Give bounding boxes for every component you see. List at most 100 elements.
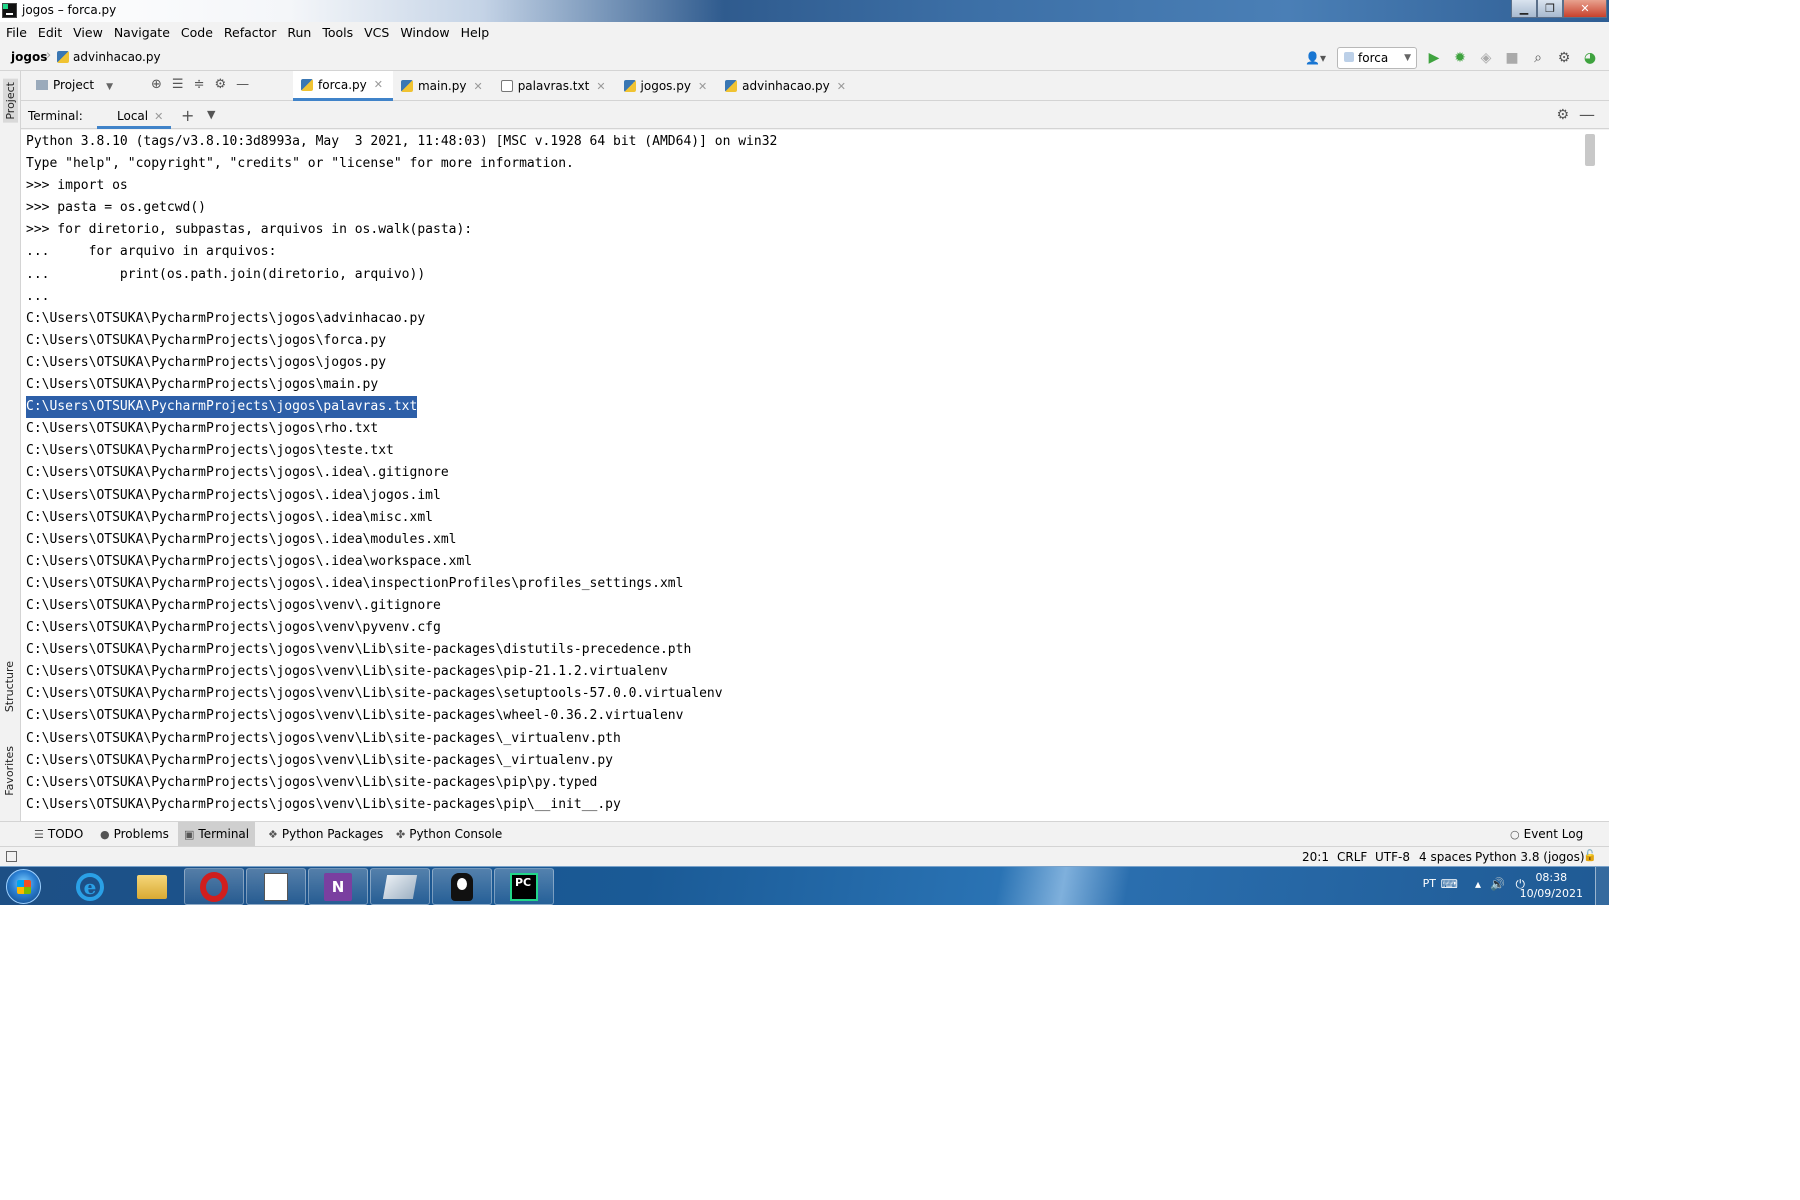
collapse-all-icon[interactable]: ≑ xyxy=(194,77,205,92)
hide-terminal-icon[interactable]: — xyxy=(1579,105,1595,124)
opera-icon xyxy=(200,871,228,902)
terminal-tab-local[interactable]: Local ✕ xyxy=(97,102,171,129)
stop-icon[interactable]: ■ xyxy=(1503,49,1521,67)
favorites-tool-button[interactable]: Favorites xyxy=(3,746,16,796)
user-icon[interactable]: 👤▾ xyxy=(1305,49,1329,67)
todo-tool-button[interactable]: ☰ TODO xyxy=(28,822,89,847)
locate-icon[interactable]: ⊕ xyxy=(151,77,162,92)
run-icon[interactable]: ▶ xyxy=(1425,49,1443,67)
menu-bar: File Edit View Navigate Code Refactor Ru… xyxy=(0,22,1609,43)
windows-taskbar: e N PC PT ⌨ ▴ 🔊 ⏻ 08:38 10/09/2021 xyxy=(0,866,1609,905)
run-configuration-select[interactable]: forca ▼ xyxy=(1337,47,1417,69)
search-icon[interactable]: ⌕ xyxy=(1529,49,1547,67)
project-view-selector[interactable]: Project ▼ xyxy=(36,78,113,92)
language-indicator[interactable]: PT xyxy=(1423,877,1436,890)
minimize-button[interactable]: ▁ xyxy=(1511,0,1537,18)
problems-label: Problems xyxy=(113,827,169,841)
close-button[interactable]: ✕ xyxy=(1563,0,1607,18)
tab-label: forca.py xyxy=(318,77,367,92)
close-tab-icon[interactable]: ✕ xyxy=(374,78,383,91)
close-tab-icon[interactable]: ✕ xyxy=(698,80,707,93)
terminal-line: C:\Users\OTSUKA\PycharmProjects\jogos\.i… xyxy=(26,553,473,569)
project-view-label: Project xyxy=(53,78,95,92)
show-hidden-icons-icon[interactable]: ▴ xyxy=(1475,877,1481,891)
terminal-line: C:\Users\OTSUKA\PycharmProjects\jogos\te… xyxy=(26,443,394,459)
event-log-label: Event Log xyxy=(1523,827,1584,841)
lock-icon[interactable]: 🔓 xyxy=(1583,849,1597,862)
taskbar-notepad[interactable] xyxy=(246,868,306,905)
menu-navigate[interactable]: Navigate xyxy=(114,25,170,40)
tab-palavras-txt[interactable]: palavras.txt ✕ xyxy=(493,71,616,101)
caret-position[interactable]: 20:1 xyxy=(1302,850,1329,864)
breadcrumb-file[interactable]: advinhacao.py xyxy=(57,50,161,64)
start-button[interactable] xyxy=(6,869,41,904)
tab-forca-py[interactable]: forca.py ✕ xyxy=(293,71,393,101)
chevron-down-icon[interactable]: ▼ xyxy=(207,108,215,121)
breadcrumb-project[interactable]: jogos xyxy=(11,50,47,64)
expand-all-icon[interactable]: ☰ xyxy=(172,77,184,92)
event-log-button[interactable]: ○ Event Log xyxy=(1504,822,1589,847)
taskbar-opera[interactable] xyxy=(184,868,244,905)
menu-window[interactable]: Window xyxy=(400,25,449,40)
close-tab-icon[interactable]: ✕ xyxy=(473,80,482,93)
project-tool-button[interactable]: Project xyxy=(3,79,18,123)
indent-setting[interactable]: 4 spaces xyxy=(1419,850,1472,864)
taskbar-pycharm[interactable]: PC xyxy=(494,868,554,905)
python-packages-tool-button[interactable]: ❖ Python Packages xyxy=(262,822,389,847)
hide-panel-icon[interactable]: — xyxy=(236,77,249,92)
status-bar: 20:1 CRLF UTF-8 4 spaces Python 3.8 (jog… xyxy=(0,846,1609,866)
taskbar-internet-explorer[interactable]: e xyxy=(60,868,120,905)
tab-advinhacao-py[interactable]: advinhacao.py ✕ xyxy=(717,71,856,101)
terminal-tool-button[interactable]: ▣ Terminal xyxy=(178,822,256,847)
close-tab-icon[interactable]: ✕ xyxy=(837,80,846,93)
menu-tools[interactable]: Tools xyxy=(322,25,353,40)
python-file-icon xyxy=(725,80,738,92)
python-file-icon xyxy=(623,80,636,92)
menu-code[interactable]: Code xyxy=(181,25,213,40)
menu-vcs[interactable]: VCS xyxy=(364,25,389,40)
taskbar-onenote[interactable]: N xyxy=(308,868,368,905)
terminal-scrollbar[interactable] xyxy=(1585,134,1595,166)
code-with-me-icon[interactable]: ◕ xyxy=(1581,49,1599,67)
terminal-line: C:\Users\OTSUKA\PycharmProjects\jogos\ve… xyxy=(26,642,692,658)
maximize-button[interactable]: ❐ xyxy=(1537,0,1563,18)
line-separator[interactable]: CRLF xyxy=(1337,850,1367,864)
show-desktop-button[interactable] xyxy=(1595,867,1609,905)
new-terminal-icon[interactable]: + xyxy=(181,106,194,125)
menu-refactor[interactable]: Refactor xyxy=(224,25,276,40)
tab-main-py[interactable]: main.py ✕ xyxy=(393,71,493,101)
close-tab-icon[interactable]: ✕ xyxy=(154,110,163,123)
file-encoding[interactable]: UTF-8 xyxy=(1375,850,1410,864)
menu-view[interactable]: View xyxy=(73,25,103,40)
close-tab-icon[interactable]: ✕ xyxy=(596,80,605,93)
terminal-line: C:\Users\OTSUKA\PycharmProjects\jogos\ma… xyxy=(26,377,379,393)
chevron-down-icon: ▼ xyxy=(1404,53,1411,63)
options-gear-icon[interactable]: ⚙ xyxy=(214,77,226,92)
terminal-settings-gear-icon[interactable]: ⚙ xyxy=(1556,107,1569,123)
volume-icon[interactable]: 🔊 xyxy=(1490,877,1505,891)
menu-edit[interactable]: Edit xyxy=(38,25,62,40)
structure-tool-button[interactable]: Structure xyxy=(3,661,16,712)
debug-icon[interactable]: ✹ xyxy=(1451,49,1469,67)
problems-icon: ● xyxy=(100,828,110,841)
tab-jogos-py[interactable]: jogos.py ✕ xyxy=(616,71,718,101)
taskbar-lamp-app[interactable] xyxy=(432,868,492,905)
menu-help[interactable]: Help xyxy=(461,25,490,40)
keyboard-icon[interactable]: ⌨ xyxy=(1441,877,1458,891)
toggle-tool-windows-icon[interactable] xyxy=(6,851,17,862)
menu-file[interactable]: File xyxy=(6,25,27,40)
settings-gear-icon[interactable]: ⚙ xyxy=(1555,49,1573,67)
todo-label: TODO xyxy=(47,827,84,841)
text-file-icon xyxy=(500,80,513,92)
menu-run[interactable]: Run xyxy=(287,25,311,40)
taskbar-tablet[interactable] xyxy=(370,868,430,905)
coverage-icon[interactable]: ◈ xyxy=(1477,49,1495,67)
terminal-output[interactable]: Python 3.8.10 (tags/v3.8.10:3d8993a, May… xyxy=(21,130,1609,821)
python-console-tool-button[interactable]: ✤ Python Console xyxy=(390,822,508,847)
python-interpreter[interactable]: Python 3.8 (jogos) xyxy=(1475,850,1585,864)
chevron-down-icon: ▼ xyxy=(106,82,113,92)
taskbar-file-explorer[interactable] xyxy=(122,868,182,905)
taskbar-clock[interactable]: 08:38 10/09/2021 xyxy=(1520,870,1583,902)
problems-tool-button[interactable]: ● Problems xyxy=(94,822,175,847)
terminal-line: C:\Users\OTSUKA\PycharmProjects\jogos\ve… xyxy=(26,620,441,636)
